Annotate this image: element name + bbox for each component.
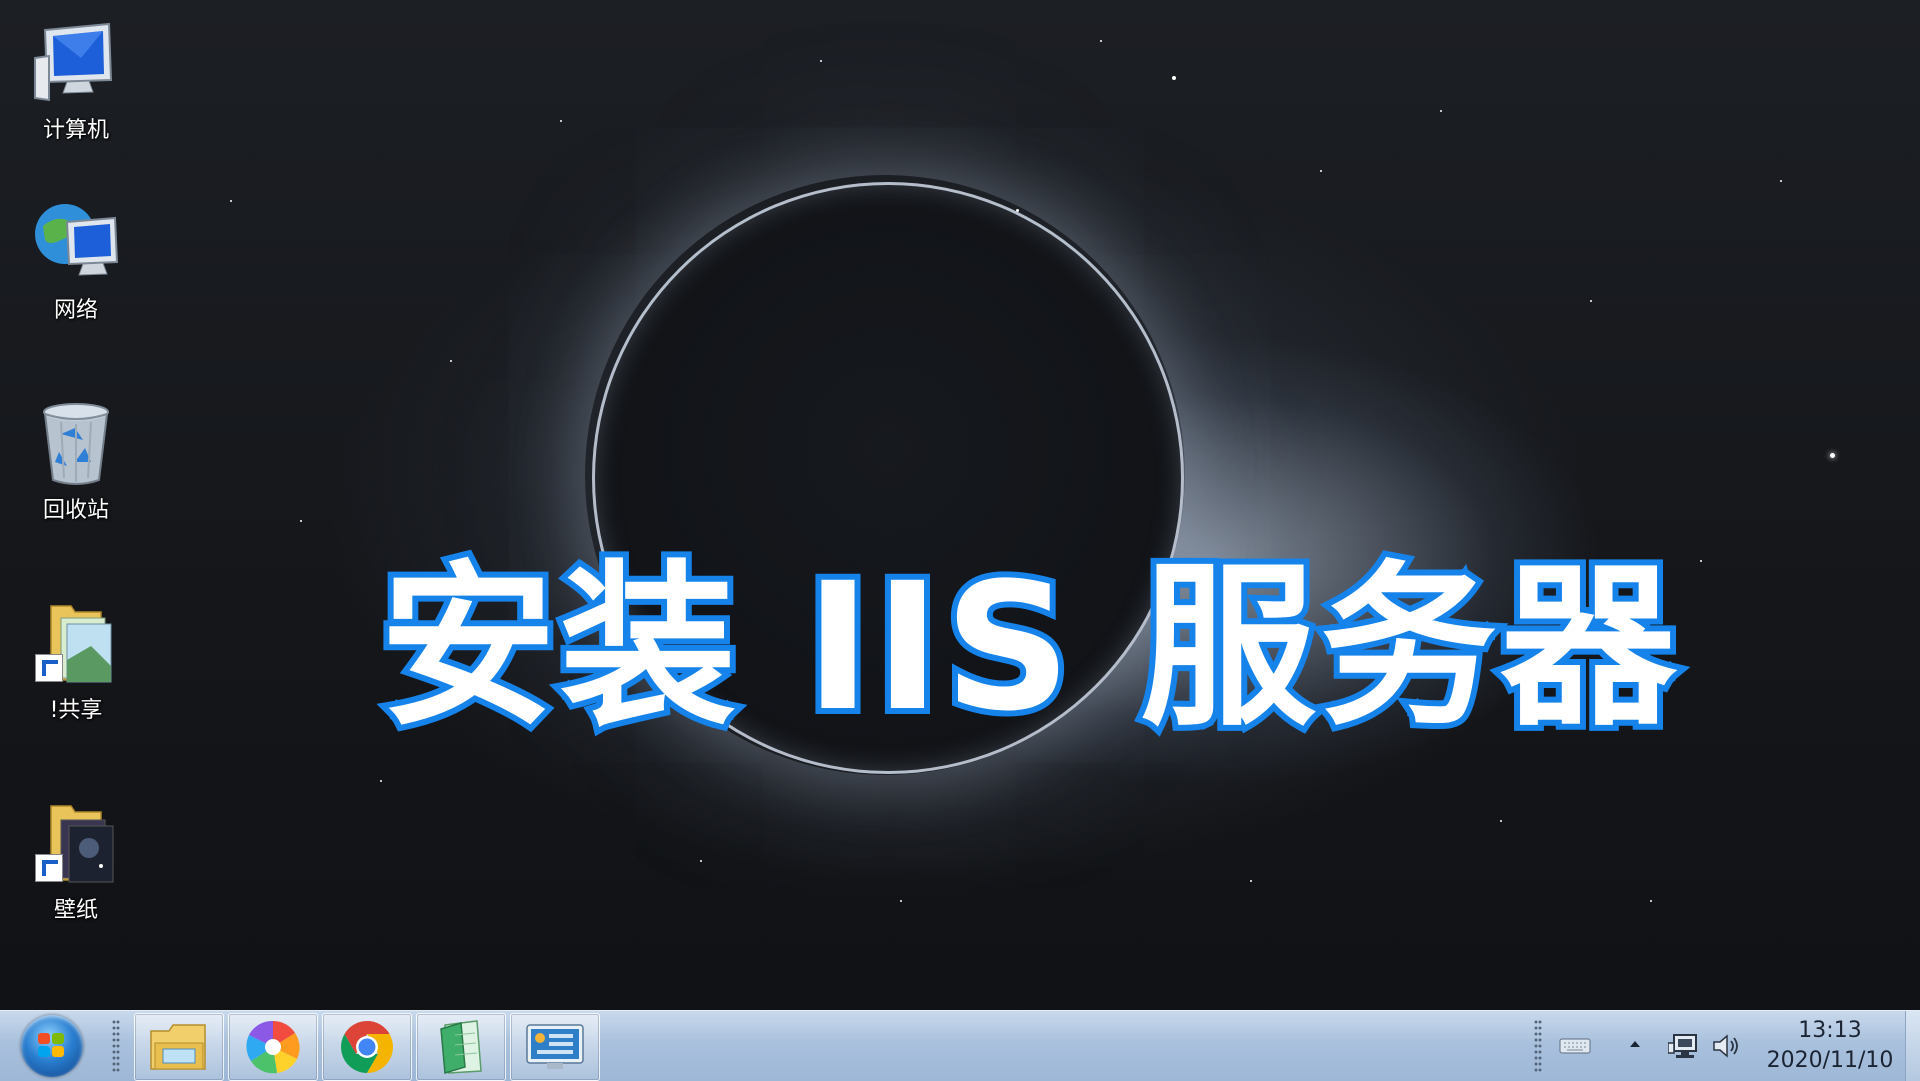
star bbox=[900, 900, 902, 902]
taskbar-pinwheel-app[interactable] bbox=[228, 1013, 318, 1081]
taskbar-clock[interactable]: 13:13 2020/11/10 bbox=[1760, 1016, 1900, 1076]
desktop-icon-wallpaper[interactable]: 壁纸 bbox=[16, 800, 136, 930]
system-tray: 13:13 2020/11/10 bbox=[1520, 1011, 1920, 1081]
star bbox=[1650, 900, 1652, 902]
clock-date: 2020/11/10 bbox=[1766, 1048, 1894, 1073]
taskbar-chrome[interactable] bbox=[322, 1013, 412, 1081]
start-button[interactable] bbox=[14, 1014, 90, 1078]
star bbox=[1590, 300, 1592, 302]
star bbox=[1320, 170, 1322, 172]
desktop-icon-label: 计算机 bbox=[42, 118, 109, 143]
star bbox=[450, 360, 452, 362]
file-explorer-icon bbox=[150, 1024, 206, 1070]
flag-quadrant bbox=[52, 1046, 64, 1057]
star bbox=[1700, 560, 1702, 562]
star bbox=[1500, 820, 1502, 822]
show-desktop-button[interactable] bbox=[1905, 1011, 1920, 1081]
desktop-icon-recycle-bin[interactable]: 回收站 bbox=[16, 400, 136, 530]
control-panel-app-icon bbox=[526, 1024, 584, 1069]
recycle-bin-icon bbox=[31, 400, 121, 486]
flag-quadrant bbox=[52, 1033, 64, 1044]
taskbar-control-panel-app[interactable] bbox=[510, 1013, 600, 1081]
volume-icon[interactable] bbox=[1710, 1031, 1740, 1061]
star bbox=[820, 60, 822, 62]
star bbox=[1172, 76, 1176, 80]
star bbox=[380, 780, 382, 782]
desktop-icon-label: 网络 bbox=[53, 298, 98, 323]
flag-quadrant bbox=[38, 1046, 50, 1057]
clock-time: 13:13 bbox=[1798, 1018, 1862, 1043]
desktop-icon-shared[interactable]: !共享 bbox=[16, 600, 136, 730]
notepad-app-icon bbox=[440, 1020, 482, 1074]
desktop-icon-computer[interactable]: 计算机 bbox=[16, 20, 136, 150]
shared-folder-shortcut-icon bbox=[31, 600, 121, 686]
star bbox=[300, 520, 302, 522]
star bbox=[700, 860, 702, 862]
chrome-icon bbox=[341, 1021, 393, 1073]
desktop-icon-network[interactable]: 网络 bbox=[16, 200, 136, 330]
taskbar-file-explorer[interactable] bbox=[134, 1013, 224, 1081]
show-hidden-icons-arrow[interactable] bbox=[1628, 1039, 1642, 1049]
keyboard-icon[interactable] bbox=[1558, 1033, 1592, 1057]
star bbox=[1830, 453, 1835, 458]
computer-icon bbox=[31, 20, 121, 106]
desktop-icon-label: 回收站 bbox=[42, 498, 109, 523]
overlay-title: 安装 IIS 服务器 bbox=[374, 542, 1682, 754]
wallpaper-folder-shortcut-icon bbox=[31, 800, 121, 886]
desktop-icon-label: !共享 bbox=[49, 698, 103, 723]
star bbox=[560, 120, 562, 122]
star bbox=[1440, 110, 1442, 112]
shortcut-arrow-icon bbox=[35, 654, 63, 682]
desktop-background: 计算机 网络 回收站 !共享 壁纸 安装 IIS 服务器 bbox=[0, 0, 1920, 1080]
star bbox=[1250, 880, 1252, 882]
star bbox=[1100, 40, 1102, 42]
taskbar-notepad-app[interactable] bbox=[416, 1013, 506, 1081]
shortcut-arrow-icon bbox=[35, 854, 63, 882]
flag-quadrant bbox=[38, 1033, 50, 1044]
windows-start-orb-icon bbox=[21, 1015, 83, 1077]
network-status-icon[interactable] bbox=[1668, 1031, 1700, 1061]
network-icon bbox=[31, 200, 121, 286]
taskbar-grip[interactable] bbox=[112, 1019, 120, 1073]
pinwheel-app-icon bbox=[246, 1020, 300, 1074]
taskbar: 13:13 2020/11/10 bbox=[0, 1010, 1920, 1081]
star bbox=[1780, 180, 1782, 182]
star bbox=[230, 200, 232, 202]
desktop-icon-label: 壁纸 bbox=[53, 898, 98, 923]
tray-grip[interactable] bbox=[1534, 1019, 1542, 1073]
